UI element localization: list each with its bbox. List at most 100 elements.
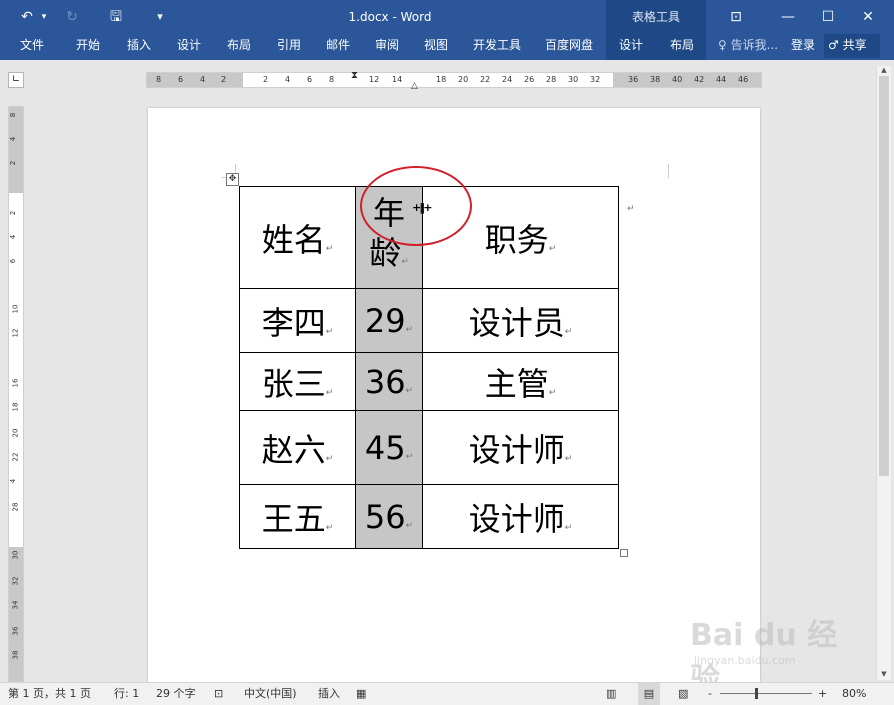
paragraph-mark: ↵ (564, 453, 573, 464)
ruler-tick: 44 (716, 75, 727, 84)
ruler-tick: 30 (568, 75, 579, 84)
ruler-tick: 4 (9, 234, 18, 240)
paragraph-mark: ↵ (405, 385, 414, 396)
tab-design[interactable]: 设计 (177, 34, 201, 60)
tab-layout[interactable]: 布局 (227, 34, 251, 60)
ruler-tick: 46 (738, 75, 749, 84)
tab-selector-icon[interactable]: ∟ (8, 72, 24, 88)
ruler-tick: 2 (9, 210, 18, 216)
person-icon: ♂ (828, 38, 839, 52)
table-cell[interactable]: 设计师↵ (422, 410, 619, 485)
paragraph-mark: ↵ (325, 243, 334, 254)
ruler-tick: 28 (11, 502, 20, 512)
horizontal-ruler[interactable]: 8 6 4 2 2 4 6 8 12 14 18 20 22 24 26 28 … (146, 69, 762, 91)
macro-record-icon[interactable]: ▦ (356, 683, 366, 705)
table-cell-selected[interactable]: 36↵ (355, 352, 423, 411)
table-cell-selected[interactable]: 45↵ (355, 410, 423, 485)
ruler-tick: 20 (11, 428, 20, 438)
insert-mode[interactable]: 插入 (318, 683, 340, 705)
table-move-handle-icon[interactable]: ✥ (226, 173, 239, 186)
zoom-out-button[interactable]: - (708, 683, 712, 705)
page-count[interactable]: 第 1 页，共 1 页 (8, 683, 91, 705)
table-cell[interactable]: 设计员↵ (422, 288, 619, 353)
redo-icon[interactable]: ↻ (60, 0, 84, 34)
close-icon[interactable]: ✕ (848, 0, 888, 34)
customize-toolbar-icon[interactable]: ▾ (150, 0, 170, 34)
table-cell[interactable]: 赵六↵ (239, 410, 356, 485)
ruler-tick: 2 (263, 75, 269, 84)
ruler-tick: 32 (11, 576, 20, 586)
ruler-tick: 4 (285, 75, 291, 84)
table-cell[interactable]: 主管↵ (422, 352, 619, 411)
table-resize-handle-icon[interactable] (620, 549, 628, 557)
line-number[interactable]: 行: 1 (114, 683, 139, 705)
ruler-tick: 22 (480, 75, 491, 84)
save-icon[interactable]: 🖫 (104, 0, 128, 34)
table-row: 张三↵ 36↵ 主管↵ (239, 352, 619, 411)
scroll-down-icon[interactable]: ▼ (877, 670, 891, 680)
column-marker-icon[interactable]: △ (411, 79, 418, 93)
table-cell-selected[interactable]: 56↵ (355, 484, 423, 549)
scrollbar-thumb[interactable] (879, 76, 889, 476)
row-end-mark: ↵ (627, 204, 635, 214)
tab-insert[interactable]: 插入 (127, 34, 151, 60)
table-tools-label: 表格工具 (631, 10, 680, 24)
ruler-area: ∟ 8 6 4 2 2 4 6 8 12 14 18 20 22 24 26 2… (0, 60, 894, 106)
tab-baidu-netdisk[interactable]: 百度网盘 (545, 34, 593, 60)
lightbulb-icon: ♀ (718, 38, 727, 52)
vertical-ruler[interactable]: 8 4 2 2 4 6 10 12 16 18 20 22 4 28 30 32… (8, 106, 24, 682)
ruler-tick: 40 (672, 75, 683, 84)
zoom-slider[interactable] (720, 693, 812, 694)
undo-icon[interactable]: ↶ (14, 0, 40, 34)
maximize-icon[interactable]: ☐ (808, 0, 848, 34)
indent-marker-icon[interactable]: ⧗ (351, 69, 358, 83)
ribbon-tabs: 文件 开始 插入 设计 布局 引用 邮件 审阅 视图 开发工具 百度网盘 设计 … (0, 34, 894, 60)
vertical-scrollbar[interactable]: ▲ ▼ (876, 66, 891, 680)
ruler-tick: 6 (307, 75, 313, 84)
table-cell-selected[interactable]: 29↵ (355, 288, 423, 353)
ruler-tick: 20 (458, 75, 469, 84)
table-cell[interactable]: 张三↵ (239, 352, 356, 411)
tab-home[interactable]: 开始 (76, 34, 100, 60)
ruler-tick: 26 (524, 75, 535, 84)
tell-me-box[interactable]: ♀ 告诉我... (718, 34, 778, 60)
table-row: 赵六↵ 45↵ 设计师↵ (239, 410, 619, 485)
title-bar: ↶ ▾ ↻ 🖫 ▾ 1.docx - Word 表格工具 ⊡ — ☐ ✕ (0, 0, 894, 34)
undo-dropdown-icon[interactable]: ▾ (38, 0, 50, 34)
ruler-tick: 12 (11, 328, 20, 338)
read-mode-icon[interactable]: ▥ (606, 683, 616, 705)
table-cell[interactable]: 王五↵ (239, 484, 356, 549)
zoom-in-button[interactable]: + (818, 683, 827, 705)
scroll-up-icon[interactable]: ▲ (877, 66, 891, 76)
tab-references[interactable]: 引用 (277, 34, 301, 60)
tab-mailings[interactable]: 邮件 (326, 34, 350, 60)
table-tools-group: 表格工具 (606, 0, 706, 34)
web-layout-icon[interactable]: ▧ (678, 683, 688, 705)
tab-file[interactable]: 文件 (20, 34, 44, 60)
tab-developer[interactable]: 开发工具 (473, 34, 521, 60)
zoom-slider-thumb[interactable] (755, 688, 758, 699)
ruler-tick: 4 (9, 478, 18, 484)
status-bar: 第 1 页，共 1 页 行: 1 29 个字 ⊡ 中文(中国) 插入 ▦ ▥ ▤… (0, 682, 894, 705)
table-cell[interactable]: 李四↵ (239, 288, 356, 353)
language-indicator[interactable]: 中文(中国) (244, 683, 297, 705)
share-button[interactable]: ♂ 共享 (824, 34, 880, 58)
ruler-tick: 30 (11, 550, 20, 560)
paragraph-mark: ↵ (548, 387, 557, 398)
minimize-icon[interactable]: — (768, 0, 808, 34)
table-cell[interactable]: 设计师↵ (422, 484, 619, 549)
ruler-tick: 2 (9, 160, 18, 166)
table-cell[interactable]: 姓名↵ (239, 186, 356, 289)
zoom-level[interactable]: 80% (842, 683, 866, 705)
tab-table-layout[interactable]: 布局 (670, 34, 694, 60)
proofing-icon[interactable]: ⊡ (214, 683, 223, 705)
print-layout-icon[interactable]: ▤ (638, 683, 660, 705)
tab-review[interactable]: 审阅 (375, 34, 399, 60)
ruler-tick: 42 (694, 75, 705, 84)
tab-table-design[interactable]: 设计 (619, 34, 643, 60)
tab-view[interactable]: 视图 (424, 34, 448, 60)
word-count[interactable]: 29 个字 (156, 683, 196, 705)
paragraph-mark: ↵ (564, 522, 573, 533)
signin-link[interactable]: 登录 (791, 34, 815, 60)
ribbon-display-options-icon[interactable]: ⊡ (722, 0, 750, 34)
